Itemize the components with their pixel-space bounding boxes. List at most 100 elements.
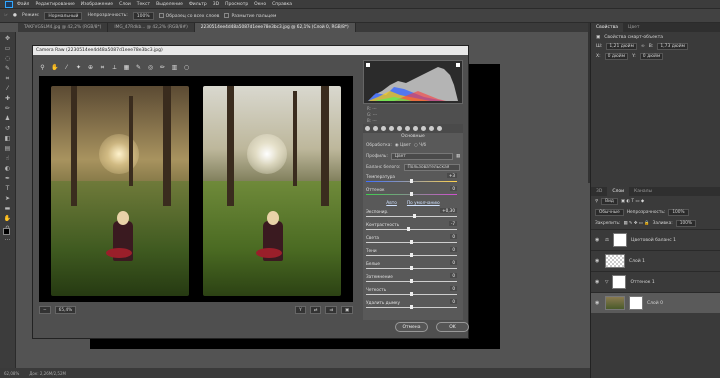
slider-row[interactable]: Удалить дымку 0	[363, 299, 463, 312]
smudge-tool-icon[interactable]: ☝	[3, 155, 13, 162]
slider-knob[interactable]	[410, 266, 413, 270]
slider-value[interactable]: -7	[448, 221, 457, 226]
menu-3d[interactable]: 3D	[213, 2, 219, 7]
slider-knob[interactable]	[410, 179, 413, 183]
blend-mode-select[interactable]: Обычные	[595, 209, 624, 216]
quick-select-tool-icon[interactable]: ✎	[3, 65, 13, 72]
menu-text[interactable]: Текст	[137, 2, 150, 7]
dodge-tool-icon[interactable]: ◐	[3, 165, 13, 172]
slider-value[interactable]: 0	[450, 186, 457, 191]
target-adjust-icon[interactable]: ⊕	[87, 64, 94, 71]
slider-row[interactable]: Затемнение 0	[363, 273, 463, 286]
slider-row[interactable]: Температура +3	[363, 173, 463, 186]
brush-adjust-icon[interactable]: ✏	[159, 64, 166, 71]
default-link[interactable]: По умолчанию	[407, 201, 440, 206]
ok-button[interactable]: OK	[436, 322, 469, 332]
tab-properties[interactable]: Свойства	[591, 23, 623, 32]
opacity-input[interactable]: 100%	[132, 11, 154, 20]
menu-help[interactable]: Справка	[272, 2, 292, 7]
tab-doc-2[interactable]: IMG_47Rdkb... @ 42,2% (RGB/8#)	[108, 23, 195, 32]
layer-row[interactable]: ◉ Слой 0	[591, 292, 720, 313]
finger-painting-checkbox[interactable]: Размытие пальцем	[224, 12, 276, 19]
mode-select[interactable]: Нормальный	[44, 11, 83, 20]
y-input[interactable]: 0 дюйм	[639, 53, 664, 60]
tab-color[interactable]: Цвет	[623, 23, 645, 32]
swap-button[interactable]: ⇄	[309, 306, 322, 314]
treatment-bw-radio[interactable]: ○ Ч/б	[414, 143, 426, 148]
slider-row[interactable]: Тени 0	[363, 247, 463, 260]
layer-name[interactable]: Цветовой баланс 1	[631, 238, 676, 243]
before-after-y-button[interactable]: Y	[295, 306, 306, 314]
slider-row[interactable]: Контрастность -7	[363, 221, 463, 234]
slider-track[interactable]	[366, 216, 457, 217]
pen-tool-icon[interactable]: ✒	[3, 175, 13, 182]
crop-icon[interactable]: ⌗	[99, 64, 106, 71]
tab-doc-3[interactable]: 2230514ee4d48a5087d1eee78e3bc3.jpg @ 62,…	[194, 23, 356, 32]
filter-icons[interactable]: ▣ ◐ T ▭ ◆	[621, 199, 644, 204]
lasso-tool-icon[interactable]: ◌	[3, 55, 13, 62]
eyedropper-tool-icon[interactable]: ⁄	[3, 85, 13, 92]
height-input[interactable]: 1,73 дюйм	[657, 43, 689, 50]
image-preview[interactable]	[39, 76, 353, 302]
white-balance-select[interactable]: Пользовательская	[403, 164, 460, 171]
foreground-color-swatch[interactable]	[3, 228, 10, 235]
smudge-tool-icon[interactable]: ☞	[4, 13, 8, 18]
layer-opacity-input[interactable]: 100%	[668, 209, 689, 216]
width-input[interactable]: 1,21 дюйм	[606, 43, 637, 50]
straighten-icon[interactable]: ⟂	[111, 64, 118, 71]
zoom-level[interactable]: 62,08%	[4, 371, 19, 376]
panel-tabs[interactable]	[363, 124, 463, 133]
color-sampler-icon[interactable]: ✦	[75, 64, 82, 71]
slider-row[interactable]: Экспонир. +0,30	[363, 208, 463, 221]
brush-preset-icon[interactable]: ●	[13, 13, 17, 18]
zoom-out-button[interactable]: −	[39, 306, 51, 314]
visibility-eye-icon[interactable]: ◉	[595, 279, 601, 285]
layer-row[interactable]: ◉ Слой 1	[591, 250, 720, 271]
transform-icon[interactable]: ▦	[123, 64, 130, 71]
treatment-color-radio[interactable]: ◉ Цвет	[395, 143, 411, 148]
lock-icons[interactable]: ▦ ✎ ✥ ▭ 🔒	[623, 221, 649, 226]
slider-knob[interactable]	[410, 305, 413, 309]
toggle-button[interactable]: ▣	[340, 306, 353, 314]
slider-knob[interactable]	[410, 240, 413, 244]
auto-link[interactable]: Авто	[386, 201, 397, 206]
type-tool-icon[interactable]: T	[3, 185, 13, 192]
gradient-tool-icon[interactable]: ▤	[3, 145, 13, 152]
fill-input[interactable]: 100%	[675, 220, 697, 227]
menu-select[interactable]: Выделение	[156, 2, 183, 7]
white-balance-icon[interactable]: ⁄	[63, 64, 70, 71]
slider-knob[interactable]	[407, 227, 411, 231]
radial-filter-icon[interactable]: ○	[183, 64, 190, 71]
sample-all-checkbox[interactable]: Образец со всех слоев	[158, 12, 219, 19]
path-select-icon[interactable]: ➤	[3, 195, 13, 202]
tab-3d[interactable]: 3D	[591, 187, 607, 196]
history-brush-icon[interactable]: ↺	[3, 125, 13, 132]
slider-value[interactable]: +0,30	[440, 208, 457, 213]
zoom-select[interactable]: 65,4%	[54, 306, 77, 314]
menu-file[interactable]: Файл	[17, 2, 29, 7]
hand-icon[interactable]: ✋	[51, 64, 58, 71]
profile-grid-icon[interactable]: ▦	[456, 154, 460, 159]
crop-tool-icon[interactable]: ⌗	[3, 75, 13, 82]
slider-knob[interactable]	[412, 214, 416, 218]
more-tools-icon[interactable]: …	[3, 235, 13, 242]
menu-view[interactable]: Просмотр	[225, 2, 248, 7]
slider-row[interactable]: Оттенок 0	[363, 186, 463, 199]
brush-tool-icon[interactable]: ✏	[3, 105, 13, 112]
slider-knob[interactable]	[410, 292, 413, 296]
eraser-tool-icon[interactable]: ◧	[3, 135, 13, 142]
copy-settings-button[interactable]: ⇉	[325, 306, 337, 314]
marquee-tool-icon[interactable]: ▭	[3, 45, 13, 52]
visibility-eye-icon[interactable]: ◉	[595, 237, 601, 243]
x-input[interactable]: 0 дюйм	[604, 53, 629, 60]
layer-row[interactable]: ◉ ⚖ Цветовой баланс 1	[591, 229, 720, 250]
slider-value[interactable]: 0	[450, 234, 457, 239]
slider-value[interactable]: 0	[450, 247, 457, 252]
slider-value[interactable]: +3	[446, 173, 457, 178]
visibility-eye-icon[interactable]: ◉	[595, 300, 601, 306]
tab-channels[interactable]: Каналы	[629, 187, 657, 196]
slider-row[interactable]: Света 0	[363, 234, 463, 247]
move-tool-icon[interactable]: ✥	[3, 35, 13, 42]
hand-tool-icon[interactable]: ✋	[3, 215, 13, 222]
zoom-icon[interactable]: ⚲	[39, 64, 46, 71]
